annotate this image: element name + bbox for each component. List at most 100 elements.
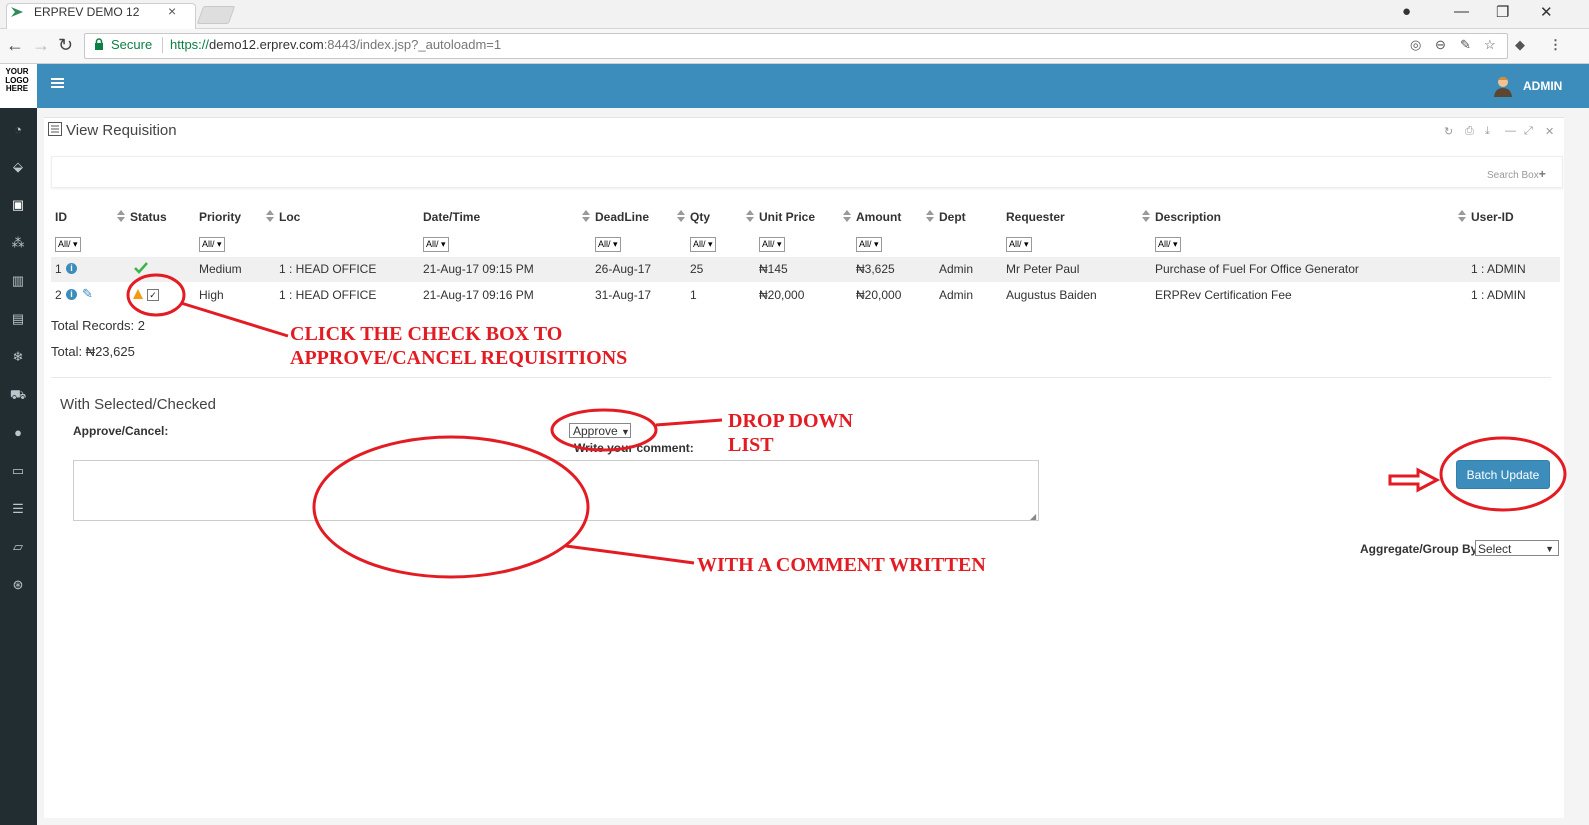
- dashboard-icon[interactable]: ◔: [8, 122, 28, 137]
- user-name[interactable]: ADMIN: [1523, 79, 1562, 93]
- filter-select-priority[interactable]: All/ ▾: [199, 237, 225, 252]
- page-title: View Requisition: [66, 122, 177, 139]
- filter-select-requester[interactable]: All/ ▾: [1006, 237, 1032, 252]
- extension-icon[interactable]: ◆: [1515, 37, 1525, 53]
- reload-icon[interactable]: ↻: [58, 35, 73, 56]
- cart-icon[interactable]: ⛟: [8, 387, 28, 402]
- url-host: demo12.erprev.com: [209, 37, 324, 52]
- close-panel-icon[interactable]: ✕: [1545, 125, 1554, 138]
- aggregate-select[interactable]: Select ▼: [1475, 540, 1559, 556]
- lock-icon: [95, 38, 103, 50]
- col-header-requester[interactable]: Requester: [1006, 210, 1065, 224]
- info-icon[interactable]: i: [66, 289, 77, 300]
- approve-cancel-select[interactable]: Approve ▼: [569, 423, 631, 438]
- new-tab-button[interactable]: [196, 6, 236, 24]
- cell-qty: 25: [690, 262, 704, 276]
- col-header-status[interactable]: Status: [130, 210, 167, 224]
- cell-requester: Mr Peter Paul: [1006, 262, 1080, 276]
- comment-textarea[interactable]: [73, 460, 1039, 521]
- sort-icon[interactable]: [117, 209, 125, 224]
- database-icon[interactable]: ☰: [8, 501, 28, 516]
- aggregate-select-value: Select: [1478, 542, 1512, 556]
- hamburger-menu-icon[interactable]: [51, 78, 64, 80]
- col-header-user-id[interactable]: User-ID: [1471, 210, 1514, 224]
- resize-handle-icon[interactable]: ◢: [1030, 512, 1036, 521]
- cell-datetime: 21-Aug-17 09:16 PM: [423, 288, 534, 302]
- filter-select-id[interactable]: All/ ▾: [55, 237, 81, 252]
- search-box-toggle[interactable]: Search Box+: [1487, 167, 1546, 181]
- cubes-icon[interactable]: ⁂: [8, 235, 28, 250]
- print-icon[interactable]: ⎙: [1465, 125, 1474, 138]
- cell-amount: ₦3,625: [856, 262, 895, 276]
- sort-icon[interactable]: [746, 209, 754, 224]
- col-header-loc[interactable]: Loc: [279, 210, 300, 224]
- user-avatar-icon[interactable]: [1493, 75, 1513, 97]
- location-icon[interactable]: ◎: [1410, 37, 1421, 53]
- cell-description: Purchase of Fuel For Office Generator: [1155, 262, 1359, 276]
- comment-label: Write your comment:: [574, 441, 694, 455]
- zoom-icon[interactable]: ⊖: [1435, 37, 1446, 53]
- col-header-dept[interactable]: Dept: [939, 210, 966, 224]
- filter-select-description[interactable]: All/ ▾: [1155, 237, 1181, 252]
- sort-icon[interactable]: [266, 209, 274, 224]
- url-text[interactable]: https://demo12.erprev.com:8443/index.jsp…: [170, 37, 501, 52]
- browser-menu-icon[interactable]: ⋮: [1549, 37, 1562, 53]
- tab-close-icon[interactable]: ×: [168, 3, 176, 19]
- search-box-label: Search Box: [1487, 170, 1539, 181]
- filter-select-datetime[interactable]: All/ ▾: [423, 237, 449, 252]
- bookmark-star-icon[interactable]: ☆: [1484, 37, 1496, 53]
- filter-select-unit-price[interactable]: All/ ▾: [759, 237, 785, 252]
- erprev-favicon-icon: [11, 7, 23, 17]
- tag-icon[interactable]: ⬙: [8, 159, 28, 174]
- approve-select-value: Approve: [573, 424, 618, 438]
- sort-icon[interactable]: [843, 209, 851, 224]
- monitor-icon[interactable]: ▭: [8, 463, 28, 478]
- col-header-deadline[interactable]: DeadLine: [595, 210, 649, 224]
- plus-icon: +: [1538, 167, 1546, 181]
- col-header-qty[interactable]: Qty: [690, 210, 710, 224]
- building-icon[interactable]: ▥: [8, 273, 28, 288]
- profile-icon[interactable]: ●: [1402, 3, 1411, 20]
- approve-checkbox[interactable]: ✓: [147, 289, 159, 301]
- forward-icon[interactable]: →: [32, 35, 50, 56]
- trash-icon[interactable]: ▤: [8, 311, 28, 326]
- sort-icon[interactable]: [582, 209, 590, 224]
- total-amount: Total: ₦23,625: [51, 344, 135, 359]
- download-icon[interactable]: ⤓: [1485, 125, 1490, 138]
- sort-icon[interactable]: [1142, 209, 1150, 224]
- filter-select-qty[interactable]: All/ ▾: [690, 237, 716, 252]
- snowflake-icon[interactable]: ❄: [8, 349, 28, 364]
- batch-update-button[interactable]: Batch Update: [1456, 460, 1550, 489]
- money-icon[interactable]: ▣: [8, 197, 28, 212]
- pin-icon[interactable]: ✎: [1460, 37, 1471, 53]
- minimize-panel-icon[interactable]: —: [1505, 125, 1516, 137]
- refresh-icon[interactable]: ↻: [1444, 125, 1453, 138]
- filter-value: All/: [762, 239, 775, 249]
- col-header-datetime[interactable]: Date/Time: [423, 210, 480, 224]
- col-header-amount[interactable]: Amount: [856, 210, 901, 224]
- expand-icon[interactable]: ⤢: [1524, 125, 1533, 138]
- restore-icon[interactable]: ❐: [1496, 3, 1509, 21]
- minimize-icon[interactable]: —: [1454, 3, 1469, 20]
- annotation-line: LIST: [728, 434, 774, 456]
- filter-value: All/: [58, 239, 71, 249]
- sort-icon[interactable]: [1458, 209, 1466, 224]
- col-header-priority[interactable]: Priority: [199, 210, 241, 224]
- filter-select-amount[interactable]: All/ ▾: [856, 237, 882, 252]
- col-header-description[interactable]: Description: [1155, 210, 1221, 224]
- book-icon[interactable]: ▱: [8, 539, 28, 554]
- edit-pencil-icon[interactable]: ✎: [82, 286, 93, 302]
- filter-select-deadline[interactable]: All/ ▾: [595, 237, 621, 252]
- filter-value: All/: [1009, 239, 1022, 249]
- support-icon[interactable]: ⊛: [8, 577, 28, 592]
- annotation-checkbox-note: CLICK THE CHECK BOX TO APPROVE/CANCEL RE…: [290, 322, 627, 370]
- sort-icon[interactable]: [677, 209, 685, 224]
- col-header-id[interactable]: ID: [55, 210, 67, 224]
- back-icon[interactable]: ←: [6, 35, 24, 56]
- col-header-unit-price[interactable]: Unit Price: [759, 210, 815, 224]
- info-icon[interactable]: i: [66, 263, 77, 274]
- filter-value: All/: [693, 239, 706, 249]
- chat-icon[interactable]: ●: [8, 425, 28, 440]
- sort-icon[interactable]: [926, 209, 934, 224]
- window-close-icon[interactable]: ✕: [1540, 3, 1553, 21]
